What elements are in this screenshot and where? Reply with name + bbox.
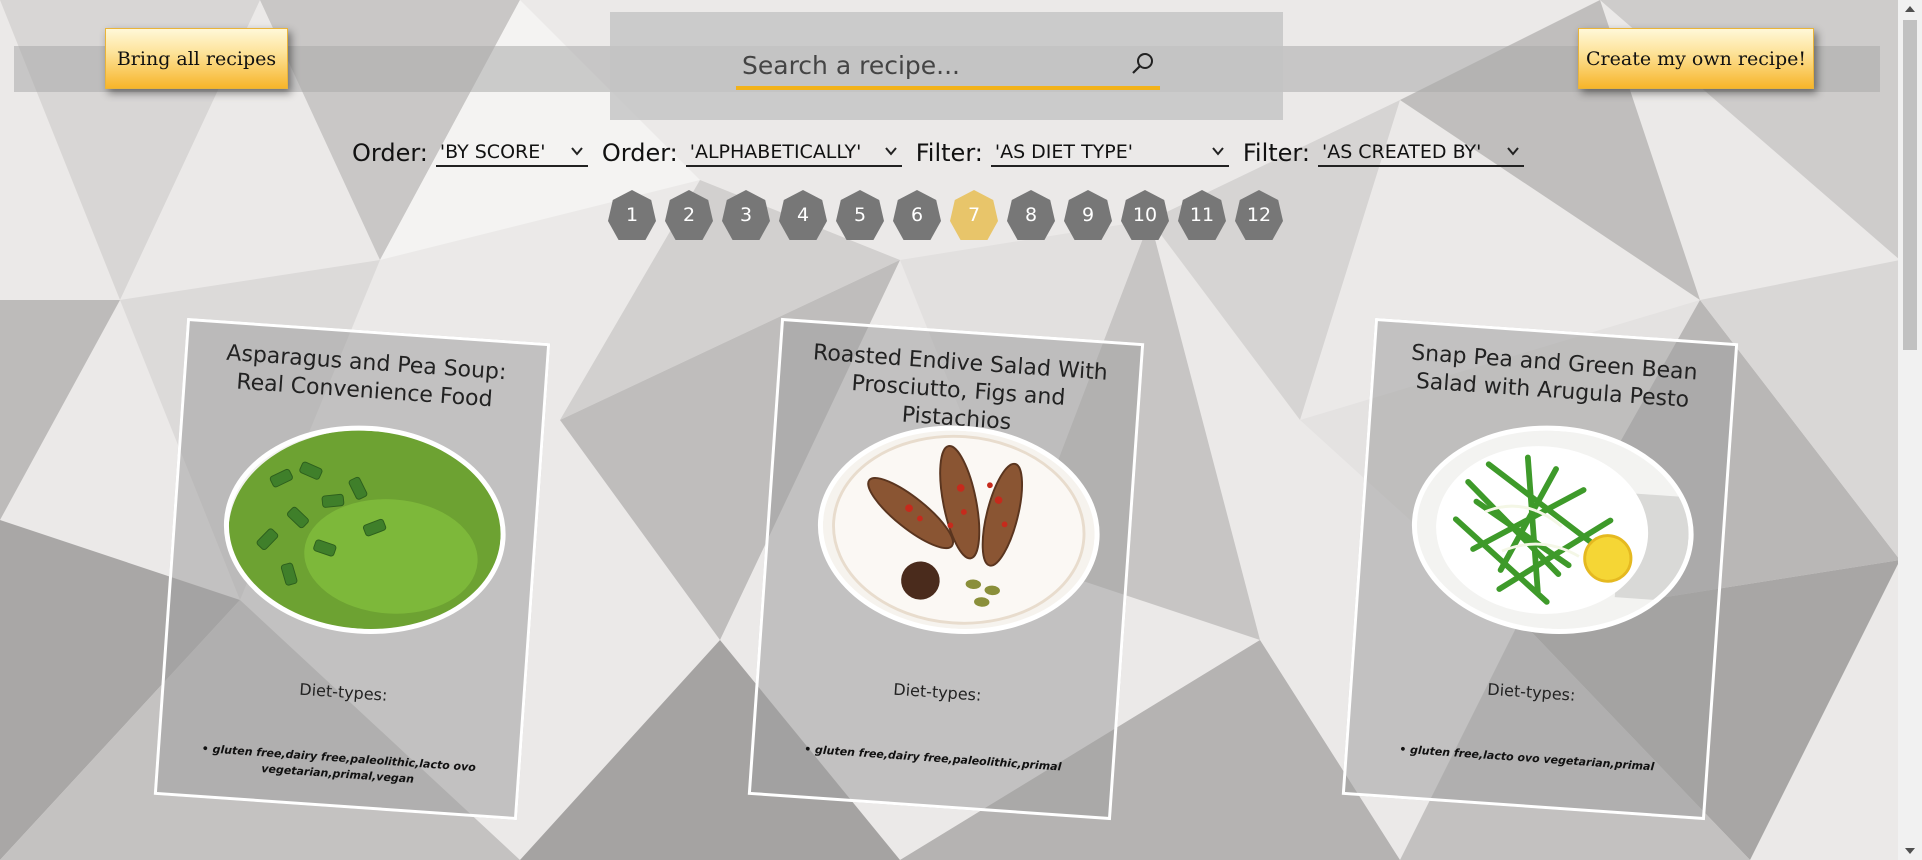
- order-alpha-select[interactable]: 'ALPHABETICALLY': [685, 139, 902, 167]
- filter-creator-value: 'AS CREATED BY': [1321, 141, 1482, 163]
- filter-diet-label: Filter:: [915, 139, 983, 167]
- diet-types-list: • gluten free,dairy free,paleolithic,pri…: [803, 742, 1062, 774]
- scroll-down-icon[interactable]: [1904, 845, 1916, 857]
- chevron-down-icon: [884, 147, 897, 156]
- create-recipe-button[interactable]: Create my own recipe!: [1578, 28, 1814, 89]
- diet-types-label: Diet-types:: [1486, 679, 1577, 705]
- recipe-card[interactable]: Roasted Endive Salad With Prosciutto, Fi…: [747, 317, 1145, 821]
- page-button-7-active[interactable]: 7: [950, 190, 998, 240]
- page-button-6[interactable]: 6: [893, 190, 941, 240]
- scroll-up-icon[interactable]: [1904, 3, 1916, 15]
- recipe-title: Snap Pea and Green Bean Salad with Arugu…: [1410, 340, 1699, 413]
- search-input[interactable]: [736, 44, 1126, 86]
- filter-diet-value: 'AS DIET TYPE': [994, 141, 1133, 163]
- page-button-8[interactable]: 8: [1007, 190, 1055, 240]
- order-score-select[interactable]: 'BY SCORE': [435, 139, 588, 167]
- page-button-5[interactable]: 5: [836, 190, 884, 240]
- page-button-10[interactable]: 10: [1121, 190, 1169, 240]
- recipe-image: [216, 416, 513, 644]
- page-button-1[interactable]: 1: [608, 190, 656, 240]
- filter-creator-select[interactable]: 'AS CREATED BY': [1317, 139, 1524, 167]
- order-alpha-value: 'ALPHABETICALLY': [689, 141, 862, 163]
- diet-types-label: Diet-types:: [298, 679, 389, 705]
- vertical-scrollbar[interactable]: [1898, 0, 1922, 860]
- page-button-11[interactable]: 11: [1178, 190, 1226, 240]
- recipe-image: [810, 416, 1107, 644]
- page-button-9[interactable]: 9: [1064, 190, 1112, 240]
- diet-types-label: Diet-types:: [892, 679, 983, 705]
- diet-types-list: • gluten free,lacto ovo vegetarian,prima…: [1398, 742, 1655, 774]
- chevron-down-icon: [571, 147, 583, 156]
- recipe-card[interactable]: Snap Pea and Green Bean Salad with Arugu…: [1341, 317, 1739, 821]
- recipe-card[interactable]: Asparagus and Pea Soup: Real Convenience…: [153, 317, 551, 821]
- chevron-down-icon: [1212, 147, 1224, 156]
- filter-creator-label: Filter:: [1242, 139, 1310, 167]
- diet-types-list: • gluten free,dairy free,paleolithic,lac…: [201, 741, 477, 786]
- recipe-image: [1404, 416, 1701, 644]
- order-score-value: 'BY SCORE': [439, 141, 546, 163]
- page-button-3[interactable]: 3: [722, 190, 770, 240]
- search-icon[interactable]: [1130, 51, 1156, 77]
- page-button-2[interactable]: 2: [665, 190, 713, 240]
- scroll-thumb[interactable]: [1903, 20, 1917, 350]
- search-box[interactable]: [736, 44, 1160, 90]
- filter-bar: Order: 'BY SCORE' Order: 'ALPHABETICALLY…: [352, 136, 1538, 170]
- chevron-down-icon: [1507, 147, 1519, 156]
- order-score-label: Order:: [352, 139, 428, 167]
- filter-diet-select[interactable]: 'AS DIET TYPE': [990, 139, 1229, 167]
- bring-all-recipes-button[interactable]: Bring all recipes: [105, 28, 288, 89]
- order-alpha-label: Order:: [601, 139, 678, 167]
- page-button-4[interactable]: 4: [779, 190, 827, 240]
- recipe-title: Asparagus and Pea Soup: Real Convenience…: [225, 340, 508, 413]
- page-button-12[interactable]: 12: [1235, 190, 1283, 240]
- pagination: 1 2 3 4 5 6 7 8 9 10 11 12: [608, 190, 1292, 242]
